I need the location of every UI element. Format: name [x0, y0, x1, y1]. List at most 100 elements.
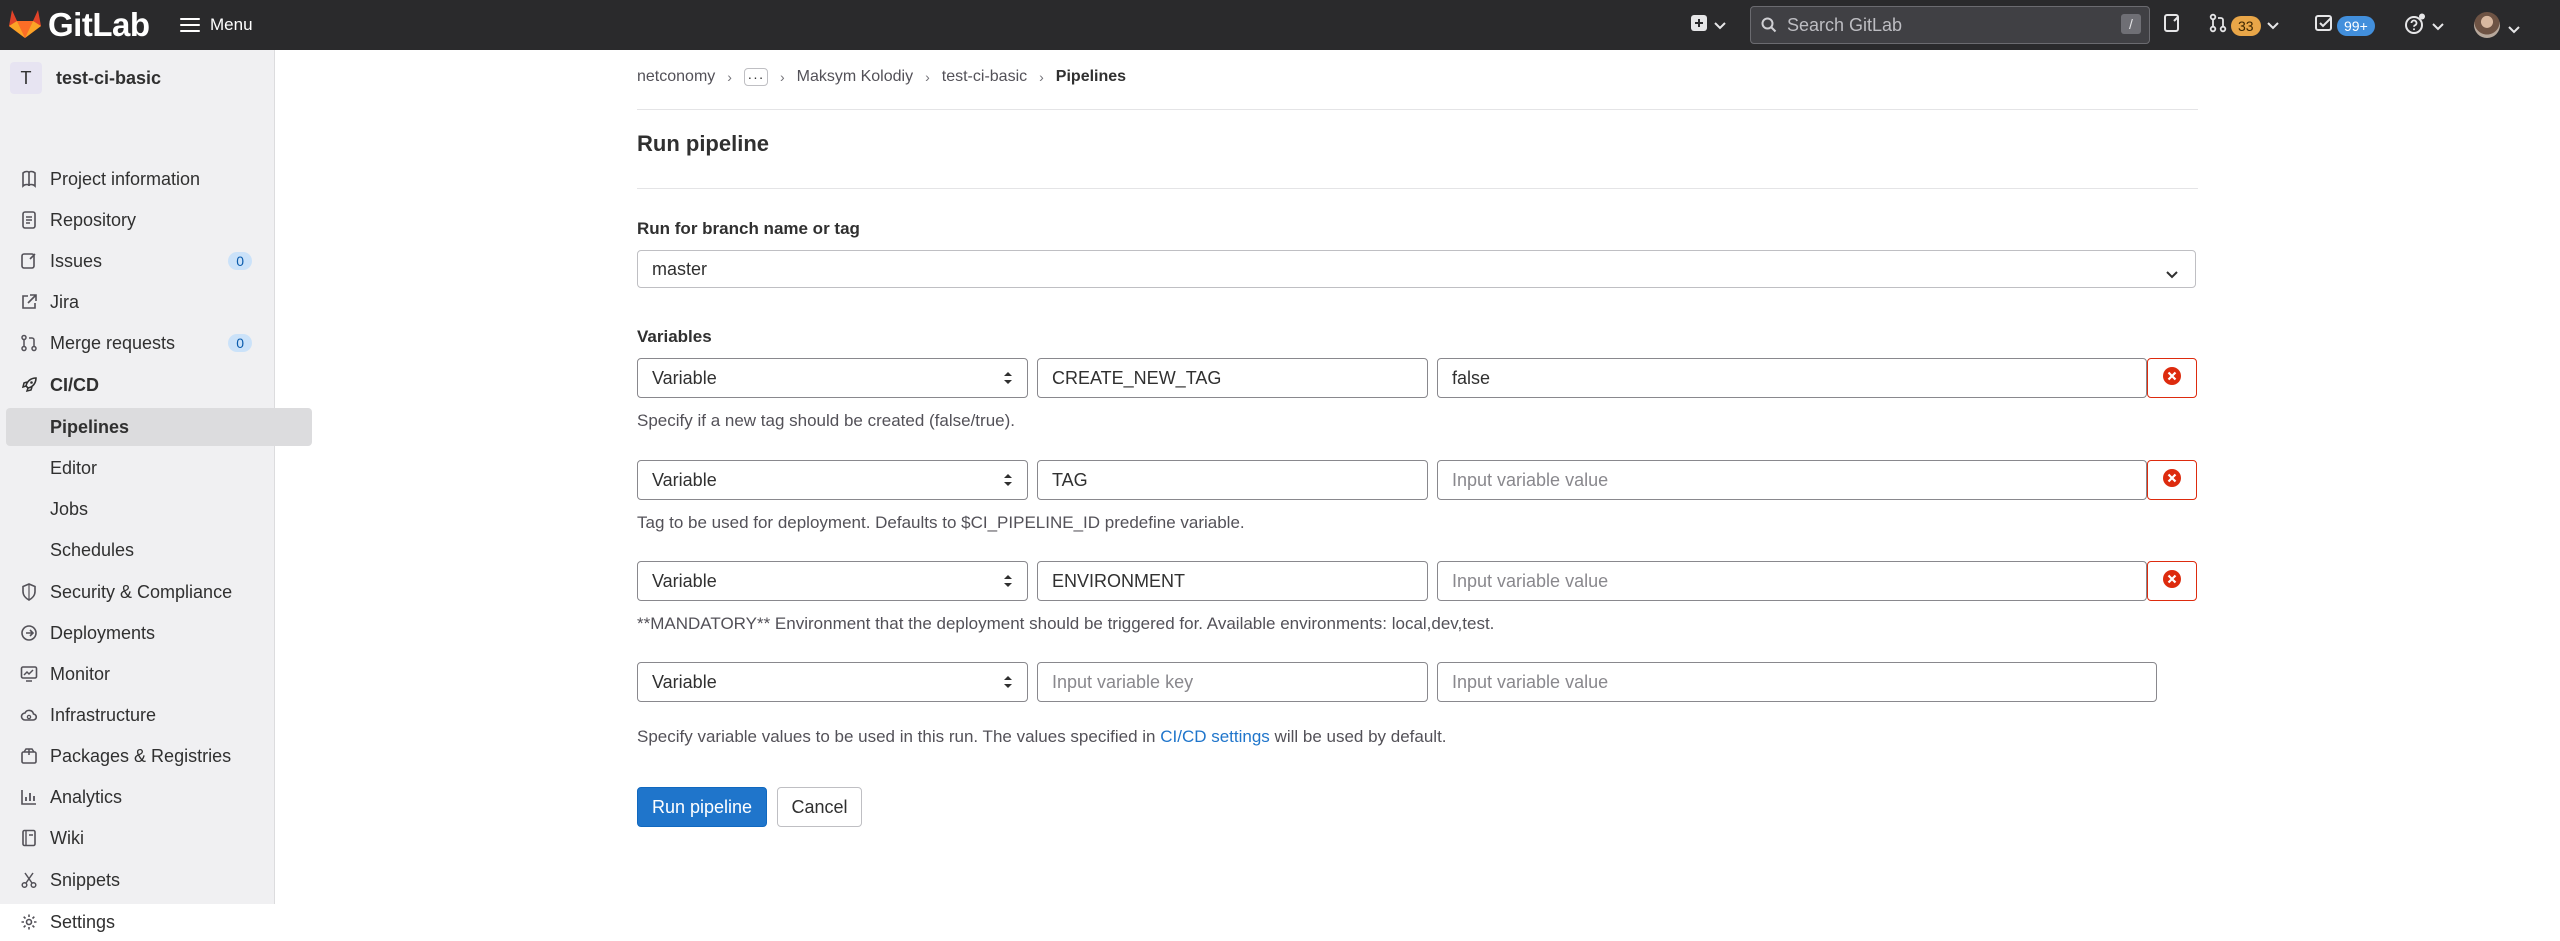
- variable-key-input[interactable]: [1037, 358, 1428, 398]
- doc-icon: [19, 210, 39, 230]
- breadcrumb-more-button[interactable]: ···: [743, 68, 768, 86]
- sidebar-item-label: Schedules: [50, 539, 135, 560]
- merge-requests-nav-button[interactable]: 33: [2208, 13, 2279, 38]
- sidebar-item-deployments[interactable]: Deployments: [6, 614, 268, 652]
- sidebar-item-label: Issues: [50, 250, 103, 271]
- todos-nav-button[interactable]: 99+: [2314, 13, 2375, 38]
- breadcrumb-item[interactable]: test-ci-basic: [942, 68, 1027, 86]
- remove-icon: [2162, 569, 2182, 594]
- breadcrumb-item[interactable]: Maksym Kolodiy: [797, 68, 913, 86]
- chevron-right-icon: ›: [925, 69, 930, 85]
- divider: [637, 188, 2198, 189]
- variable-key-input[interactable]: [1037, 561, 1428, 601]
- menu-button[interactable]: Menu: [180, 12, 253, 38]
- sidebar-item-settings[interactable]: Settings: [6, 903, 268, 941]
- sidebar-item-analytics[interactable]: Analytics: [6, 778, 268, 816]
- chart-icon: [19, 787, 39, 807]
- sidebar-project-header[interactable]: T test-ci-basic: [10, 62, 161, 94]
- deployments-icon: [19, 623, 39, 643]
- rocket-icon: [19, 375, 39, 395]
- sidebar-item-editor[interactable]: Editor: [6, 449, 312, 487]
- issues-count-badge: 0: [228, 252, 252, 270]
- merge-request-icon: [19, 333, 39, 353]
- sidebar-item-jobs[interactable]: Jobs: [6, 490, 312, 528]
- variable-value-input[interactable]: [1437, 561, 2147, 601]
- help-menu-button[interactable]: [2404, 13, 2444, 40]
- chevron-down-icon: [1714, 17, 1726, 35]
- chevron-down-icon: [2508, 21, 2520, 39]
- run-pipeline-button[interactable]: Run pipeline: [637, 787, 767, 827]
- info-icon: [19, 169, 39, 189]
- sidebar-item-label: Monitor: [50, 663, 111, 684]
- gitlab-logo-icon: [8, 7, 42, 44]
- variable-type-select[interactable]: Variable: [637, 561, 1028, 601]
- sidebar-item-packages-registries[interactable]: Packages & Registries: [6, 737, 268, 775]
- sidebar-item-label: Project information: [50, 168, 201, 189]
- sidebar-item-label: Merge requests: [50, 332, 176, 353]
- sidebar-item-label: Security & Compliance: [50, 581, 233, 602]
- variable-help-text: **MANDATORY** Environment that the deplo…: [637, 614, 1495, 633]
- external-link-icon: [19, 292, 39, 312]
- sidebar-item-security-compliance[interactable]: Security & Compliance: [6, 573, 268, 611]
- variables-label: Variables: [637, 327, 712, 346]
- variable-key-input[interactable]: [1037, 662, 1428, 702]
- branch-value: master: [652, 258, 708, 279]
- user-avatar[interactable]: [2474, 12, 2500, 38]
- search-icon: [1761, 17, 1777, 33]
- sidebar-item-label: Snippets: [50, 869, 121, 890]
- search-shortcut-hint: /: [2121, 14, 2141, 34]
- sidebar-item-label: Repository: [50, 209, 137, 230]
- sidebar-item-merge-requests[interactable]: Merge requests 0: [6, 324, 268, 362]
- monitor-icon: [19, 664, 39, 684]
- gear-icon: [19, 912, 39, 932]
- variable-type-select[interactable]: Variable: [637, 662, 1028, 702]
- help-icon: [2404, 13, 2426, 40]
- sidebar-item-issues[interactable]: Issues 0: [6, 242, 268, 280]
- user-menu-chevron[interactable]: [2508, 21, 2520, 39]
- sidebar-item-ci-cd[interactable]: CI/CD: [6, 366, 268, 404]
- breadcrumb-item[interactable]: netconomy: [637, 68, 715, 86]
- cloud-icon: [19, 705, 39, 725]
- sidebar-item-wiki[interactable]: Wiki: [6, 819, 268, 857]
- book-icon: [19, 828, 39, 848]
- variable-type-select[interactable]: Variable: [637, 358, 1028, 398]
- project-name: test-ci-basic: [56, 67, 162, 88]
- branch-dropdown[interactable]: master: [637, 250, 2196, 288]
- variable-value-input[interactable]: [1437, 358, 2147, 398]
- breadcrumb-current[interactable]: Pipelines: [1056, 68, 1126, 86]
- sidebar-item-monitor[interactable]: Monitor: [6, 655, 268, 693]
- branch-label: Run for branch name or tag: [637, 219, 860, 238]
- variable-key-input[interactable]: [1037, 460, 1428, 500]
- issues-nav-button[interactable]: [2162, 13, 2182, 38]
- sidebar-item-snippets[interactable]: Snippets: [6, 861, 268, 899]
- sidebar-item-repository[interactable]: Repository: [6, 201, 268, 239]
- package-icon: [19, 746, 39, 766]
- gitlab-home-link[interactable]: GitLab: [8, 5, 150, 45]
- sidebar-item-label: Deployments: [50, 622, 156, 643]
- ci-cd-settings-link[interactable]: CI/CD settings: [1160, 727, 1270, 746]
- divider: [637, 109, 2198, 110]
- sidebar-item-jira[interactable]: Jira: [6, 283, 268, 321]
- variable-type-value: Variable: [652, 367, 717, 388]
- plus-square-icon: [1690, 14, 1708, 37]
- sidebar-item-schedules[interactable]: Schedules: [6, 531, 312, 569]
- sidebar-item-project-information[interactable]: Project information: [6, 160, 268, 198]
- remove-variable-button[interactable]: [2147, 460, 2197, 500]
- search-input[interactable]: [1785, 13, 2109, 37]
- create-new-button[interactable]: [1690, 14, 1726, 37]
- scissors-icon: [19, 870, 39, 890]
- remove-variable-button[interactable]: [2147, 358, 2197, 398]
- sidebar-item-infrastructure[interactable]: Infrastructure: [6, 696, 268, 734]
- remove-variable-button[interactable]: [2147, 561, 2197, 601]
- sidebar-item-label: Analytics: [50, 786, 123, 807]
- variable-type-value: Variable: [652, 570, 717, 591]
- sidebar-item-pipelines[interactable]: Pipelines: [6, 408, 312, 446]
- cancel-button[interactable]: Cancel: [777, 787, 862, 827]
- merge-requests-count-badge: 33: [2231, 15, 2261, 36]
- variable-value-input[interactable]: [1437, 662, 2157, 702]
- sidebar-item-label: Pipelines: [50, 416, 130, 437]
- variable-type-select[interactable]: Variable: [637, 460, 1028, 500]
- search-box[interactable]: /: [1750, 6, 2150, 44]
- variable-value-input[interactable]: [1437, 460, 2147, 500]
- chevron-right-icon: ›: [727, 69, 732, 85]
